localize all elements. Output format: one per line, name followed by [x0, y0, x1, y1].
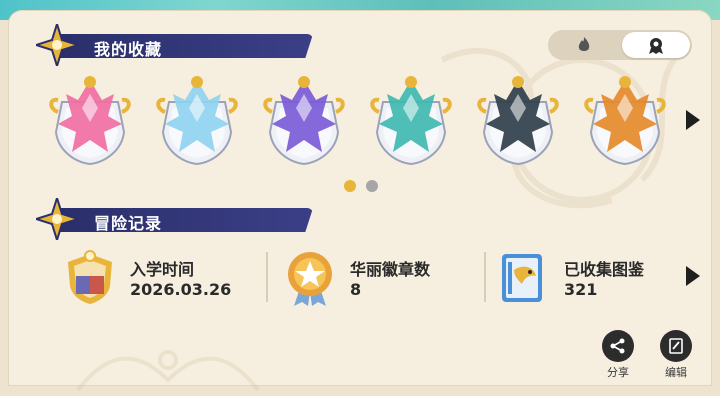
badge-emblem-icon	[263, 76, 345, 166]
star-medal-icon	[288, 252, 332, 306]
book-icon	[502, 254, 542, 302]
golden-bird-badge[interactable]	[579, 72, 671, 168]
pink-flower-badge[interactable]	[44, 72, 136, 168]
collection-header: 我的收藏	[36, 24, 313, 66]
fire-egg-icon	[578, 37, 590, 51]
toggle-fire-egg[interactable]	[550, 32, 618, 58]
ice-crystal-badge[interactable]	[151, 72, 243, 168]
compass-star-icon	[36, 198, 78, 240]
badge-emblem-icon	[370, 76, 452, 166]
badge-emblem-icon	[477, 76, 559, 166]
edit-icon	[660, 330, 692, 362]
stat-badges: 华丽徽章数 8	[280, 248, 480, 308]
adventure-title: 冒险记录	[94, 214, 163, 233]
collection-type-toggle[interactable]	[548, 30, 692, 60]
edit-label: 编辑	[665, 366, 687, 379]
stat-label: 已收集图鉴	[564, 260, 645, 279]
dark-beast-badge[interactable]	[472, 72, 564, 168]
adventure-header: 冒险记录	[36, 198, 313, 240]
teal-dragon-badge[interactable]	[365, 72, 457, 168]
compass-star-icon	[36, 24, 78, 66]
badge-emblem-icon	[584, 76, 666, 166]
collection-title: 我的收藏	[94, 40, 163, 59]
stat-divider	[484, 252, 486, 302]
stat-divider	[266, 252, 268, 302]
badge-emblem-icon	[49, 76, 131, 166]
toggle-badge[interactable]	[622, 32, 690, 58]
stat-label: 入学时间	[130, 260, 195, 279]
share-icon	[602, 330, 634, 362]
page-dot-2[interactable]	[366, 180, 378, 192]
badge-emblem-icon	[156, 76, 238, 166]
stat-value: 321	[564, 280, 598, 299]
decorative-ornament	[76, 350, 260, 392]
collection-next-arrow[interactable]	[686, 110, 700, 130]
stat-dex: 已收集图鉴 321	[494, 248, 684, 308]
stat-value: 8	[350, 280, 362, 299]
share-button[interactable]: 分享	[598, 330, 638, 380]
school-crest-icon	[68, 250, 112, 304]
share-label: 分享	[607, 366, 629, 379]
stat-enrollment: 入学时间 2026.03.26	[60, 248, 260, 308]
stats-next-arrow[interactable]	[686, 266, 700, 286]
badge-icon	[649, 38, 663, 54]
stat-value: 2026.03.26	[130, 280, 232, 299]
page-dot-1[interactable]	[344, 180, 356, 192]
edit-button[interactable]: 编辑	[656, 330, 696, 380]
stat-label: 华丽徽章数	[350, 260, 431, 279]
purple-cat-badge[interactable]	[258, 72, 350, 168]
